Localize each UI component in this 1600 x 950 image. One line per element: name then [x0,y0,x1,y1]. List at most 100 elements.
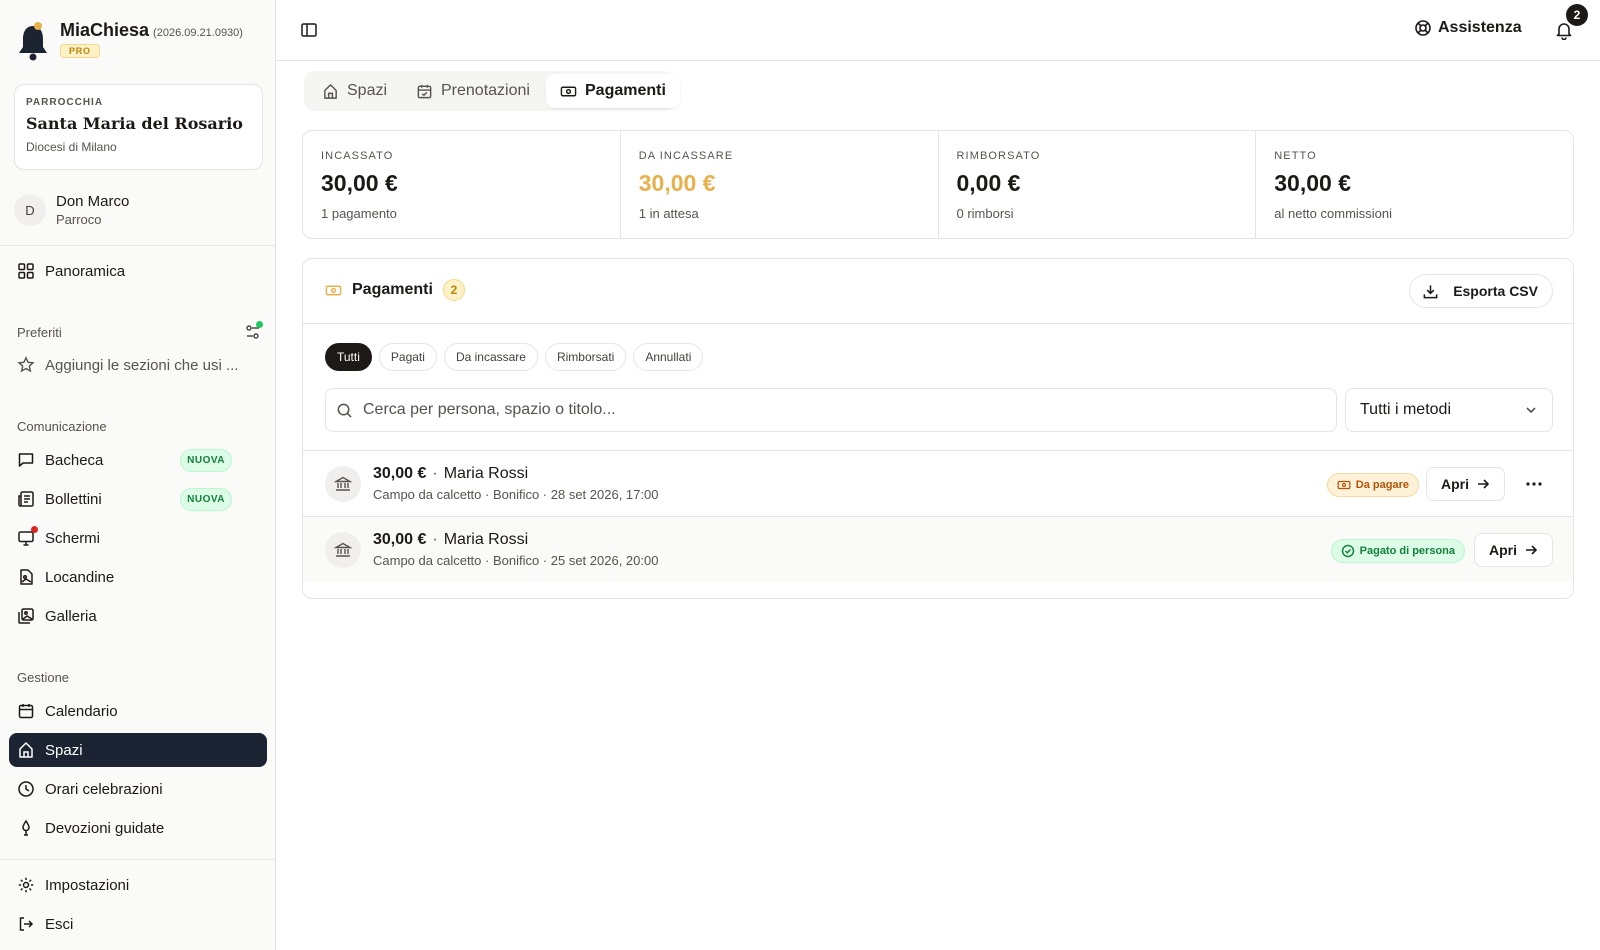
monitor-icon [17,526,38,547]
bank-icon [325,466,361,502]
file-image-icon [17,568,35,586]
customize-favorites-icon[interactable] [245,321,263,340]
church-bell-logo-icon [19,22,47,61]
payments-panel-header: Pagamenti 2 Esporta CSV [303,259,1573,324]
filter-tutti[interactable]: Tutti [325,343,372,371]
stat-label: NETTO [1274,150,1317,162]
new-badge: NUOVA [180,449,232,472]
app-name: MiaChiesa [60,20,150,40]
avatar: D [14,194,46,226]
brand[interactable]: MiaChiesa (2026.09.21.0930) PRO [16,20,243,62]
sidebar-item-esci[interactable]: Esci [9,907,267,941]
sidebar-item-overview[interactable]: Panoramica [9,254,267,288]
newspaper-icon [17,490,35,508]
clock-icon [17,780,35,798]
payment-method-select[interactable]: Tutti i metodi [1345,388,1553,432]
status-filters: Tutti Pagati Da incassare Rimborsati Ann… [325,343,710,371]
help-label: Assistenza [1438,19,1522,36]
payment-summary: 30,00 € · Maria Rossi Campo da calcetto · … [373,465,659,502]
stat-value: 30,00 € [1274,170,1351,196]
sidebar-item-locandine[interactable]: Locandine [9,560,267,594]
sidebar-divider [0,859,276,860]
candle-flame-icon [17,819,35,837]
payment-stats: INCASSATO 30,00 € 1 pagamento DA INCASSA… [302,130,1574,239]
sidebar-item-calendario[interactable]: Calendario [9,694,267,728]
bank-icon [325,532,361,568]
calendar-check-icon [417,84,432,98]
export-label: Esporta CSV [1453,283,1538,299]
stat-value: 30,00 € [321,170,398,196]
sidebar-item-label: Calendario [45,702,118,720]
building-icon [324,83,337,99]
sidebar-item-label: Aggiungi le sezioni che usi ... [45,356,239,374]
more-options-icon[interactable] [1523,473,1545,495]
notification-count-badge: 2 [1566,4,1588,26]
calendar-icon [17,702,35,720]
search-box[interactable] [325,388,1337,432]
lifebuoy-icon [1415,20,1431,36]
sidebar-item-schermi[interactable]: Schermi [9,521,267,555]
stat-rimborsato: RIMBORSATO 0,00 € 0 rimborsi [939,131,1257,238]
payment-person: Maria Rossi [443,465,529,482]
sidebar-item-label: Bacheca [45,451,104,469]
communication-section-label: Comunicazione [17,419,107,434]
stat-value: 0,00 € [956,170,1021,196]
payments-title: Pagamenti 2 [325,279,465,301]
status-label: Pagato di persona [1359,545,1455,557]
check-circle-icon [1341,544,1354,558]
search-input[interactable] [363,401,1303,419]
user-role: Parroco [56,212,102,227]
status-badge: Da pagare [1326,473,1419,497]
user-name: Don Marco [56,193,130,210]
user-profile[interactable]: D Don Marco Parroco [14,193,129,227]
filter-rimborsati[interactable]: Rimborsati [544,343,627,371]
favorites-section-label: Preferiti [17,325,62,340]
tab-label: Prenotazioni [441,82,530,99]
sidebar-item-impostazioni[interactable]: Impostazioni [9,868,267,902]
sidebar-item-spazi[interactable]: Spazi [9,733,267,767]
tab-spazi[interactable]: Spazi [308,74,401,108]
stat-da-incassare: DA INCASSARE 30,00 € 1 in attesa [621,131,939,238]
sidebar-toggle-icon[interactable] [300,21,318,39]
tab-prenotazioni[interactable]: Prenotazioni [402,74,544,108]
payments-title-label: Pagamenti [352,281,433,298]
favorites-indicator-dot [256,321,263,328]
sidebar-item-devozioni[interactable]: Devozioni guidate [9,811,267,845]
banknote-icon [325,285,342,295]
management-section-label: Gestione [17,670,70,685]
open-payment-button[interactable]: Apri [1474,533,1553,567]
sidebar-item-bacheca[interactable]: Bacheca NUOVA [9,443,267,477]
sidebar-item-bollettini[interactable]: Bollettini NUOVA [9,482,267,516]
logout-icon [17,915,35,933]
payment-method-value: Tutti i metodi [1360,401,1451,418]
sidebar-item-add-favorites[interactable]: Aggiungi le sezioni che usi ... [9,348,267,382]
help-button[interactable]: Assistenza [1414,19,1522,37]
tab-pagamenti[interactable]: Pagamenti [546,74,680,108]
payment-row[interactable]: 30,00 € · Maria Rossi Campo da calcetto · … [303,450,1573,516]
app-version: (2026.09.21.0930) [153,27,243,39]
status-label: Da pagare [1355,479,1409,491]
banknote-icon [560,86,577,96]
sidebar-item-label: Locandine [45,568,115,586]
sidebar-item-orari[interactable]: Orari celebrazioni [9,772,267,806]
message-square-icon [17,451,35,469]
filter-pagati[interactable]: Pagati [378,343,437,371]
section-tabs: Spazi Prenotazioni Pagamenti [304,71,680,111]
stat-label: RIMBORSATO [956,150,1041,162]
parish-diocese: Diocesi di Milano [26,140,117,154]
sidebar: MiaChiesa (2026.09.21.0930) PRO PARROCCHI… [0,0,276,950]
payment-row[interactable]: 30,00 € · Maria Rossi Campo da calcetto · … [303,516,1573,582]
open-payment-button[interactable]: Apri [1426,467,1505,501]
stat-sub: al netto commissioni [1274,206,1393,221]
stat-incassato: INCASSATO 30,00 € 1 pagamento [303,131,621,238]
sidebar-item-label: Orari celebrazioni [45,780,163,798]
chevron-down-icon [1526,407,1536,414]
filter-da-incassare[interactable]: Da incassare [443,343,538,371]
parish-card[interactable]: PARROCCHIA Santa Maria del Rosario Dioce… [14,84,263,170]
export-csv-button[interactable]: Esporta CSV [1409,274,1553,308]
sidebar-item-label: Galleria [45,607,97,625]
images-icon [17,607,35,625]
stat-sub: 1 in attesa [638,206,699,221]
filter-annullati[interactable]: Annullati [633,343,704,371]
sidebar-item-galleria[interactable]: Galleria [9,599,267,633]
